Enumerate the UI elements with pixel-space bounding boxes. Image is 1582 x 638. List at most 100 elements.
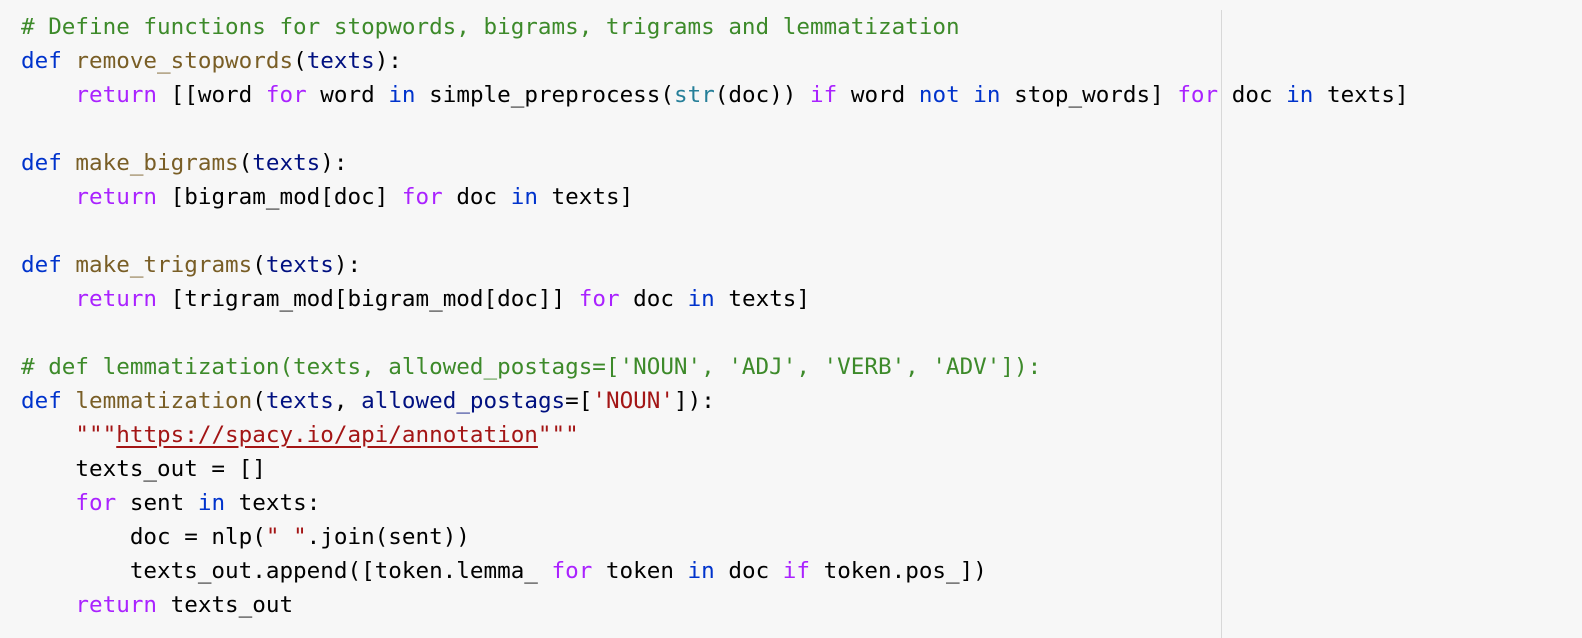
code-text: texts_out bbox=[157, 592, 294, 618]
code-text: doc bbox=[1218, 82, 1287, 108]
code-text: doc bbox=[714, 558, 783, 584]
docstring-link[interactable]: https://spacy.io/api/annotation bbox=[116, 422, 538, 448]
code-control-keyword: if bbox=[782, 558, 810, 584]
code-text: ( bbox=[293, 48, 307, 74]
code-keyword: in bbox=[510, 184, 538, 210]
code-line[interactable]: # def lemmatization(texts, allowed_posta… bbox=[21, 350, 1582, 384]
code-comment: # def lemmatization(texts, allowed_posta… bbox=[21, 354, 1042, 380]
code-text: ( bbox=[238, 150, 253, 176]
code-text: texts_out = [] bbox=[21, 456, 266, 482]
code-control-keyword: if bbox=[810, 82, 838, 108]
code-line[interactable]: return texts_out bbox=[21, 588, 1582, 622]
code-control-keyword: return bbox=[75, 286, 158, 312]
string-literal: """ bbox=[75, 422, 117, 448]
code-editor[interactable]: # Define functions for stopwords, bigram… bbox=[0, 0, 1582, 638]
string-literal: " " bbox=[265, 524, 307, 550]
code-keyword: def bbox=[21, 388, 76, 414]
code-keyword: in bbox=[197, 490, 226, 516]
code-line[interactable]: return [trigram_mod[bigram_mod[doc]] for… bbox=[21, 282, 1582, 316]
code-text: [trigram_mod[bigram_mod[doc]] bbox=[157, 286, 579, 312]
code-text: token bbox=[592, 558, 688, 584]
code-text: doc = nlp( bbox=[21, 524, 266, 550]
parameter-name: texts bbox=[252, 150, 321, 176]
code-line[interactable]: doc = nlp(" ".join(sent)) bbox=[21, 520, 1582, 554]
code-line[interactable] bbox=[21, 214, 1582, 248]
code-line[interactable]: # Define functions for stopwords, bigram… bbox=[21, 10, 1582, 44]
code-line[interactable]: texts_out = [] bbox=[21, 452, 1582, 486]
code-line[interactable]: return [bigram_mod[doc] for doc in texts… bbox=[21, 180, 1582, 214]
code-text: simple_preprocess( bbox=[415, 82, 674, 108]
function-name: lemmatization bbox=[75, 388, 253, 414]
code-keyword: def bbox=[21, 150, 76, 176]
parameter-name: texts bbox=[265, 252, 334, 278]
code-line[interactable]: def remove_stopwords(texts): bbox=[21, 44, 1582, 78]
parameter-name: allowed_postags bbox=[361, 388, 566, 414]
string-literal: 'NOUN' bbox=[592, 388, 674, 414]
code-line[interactable]: for sent in texts: bbox=[21, 486, 1582, 520]
code-block[interactable]: # Define functions for stopwords, bigram… bbox=[21, 10, 1582, 622]
code-text: stop_words] bbox=[1000, 82, 1178, 108]
code-control-keyword: for bbox=[1177, 82, 1219, 108]
code-control-keyword: for bbox=[578, 286, 620, 312]
code-comment: # Define functions for stopwords, bigram… bbox=[21, 14, 960, 40]
code-line[interactable]: """https://spacy.io/api/annotation""" bbox=[21, 418, 1582, 452]
code-line[interactable]: def make_bigrams(texts): bbox=[21, 146, 1582, 180]
code-text: doc bbox=[442, 184, 511, 210]
code-line[interactable]: def lemmatization(texts, allowed_postags… bbox=[21, 384, 1582, 418]
function-name: make_bigrams bbox=[75, 150, 239, 176]
code-text: texts: bbox=[225, 490, 321, 516]
code-text: , bbox=[333, 388, 362, 414]
code-text: [bigram_mod[doc] bbox=[157, 184, 402, 210]
code-control-keyword: for bbox=[551, 558, 593, 584]
code-keyword: in bbox=[1286, 82, 1314, 108]
code-line[interactable] bbox=[21, 316, 1582, 350]
code-line[interactable]: texts_out.append([token.lemma_ for token… bbox=[21, 554, 1582, 588]
code-line[interactable]: return [[word for word in simple_preproc… bbox=[21, 78, 1582, 112]
code-control-keyword: return bbox=[75, 82, 158, 108]
code-line[interactable] bbox=[21, 112, 1582, 146]
code-text: ( bbox=[252, 388, 266, 414]
code-text: ( bbox=[252, 252, 266, 278]
code-control-keyword: for bbox=[401, 184, 443, 210]
code-keyword: in bbox=[687, 286, 715, 312]
code-control-keyword: return bbox=[75, 592, 158, 618]
code-text: ): bbox=[320, 150, 348, 176]
code-keyword: def bbox=[21, 252, 76, 278]
code-text: texts] bbox=[714, 286, 810, 312]
code-control-keyword: return bbox=[75, 184, 158, 210]
code-text: ]): bbox=[674, 388, 715, 414]
code-text: texts_out.append([token.lemma_ bbox=[21, 558, 552, 584]
parameter-name: texts bbox=[306, 48, 375, 74]
code-text: token.pos_]) bbox=[810, 558, 987, 584]
code-text: word bbox=[837, 82, 919, 108]
code-text: =[ bbox=[565, 388, 593, 414]
function-name: remove_stopwords bbox=[75, 48, 294, 74]
code-keyword: in bbox=[388, 82, 416, 108]
code-line[interactable]: def make_trigrams(texts): bbox=[21, 248, 1582, 282]
code-text: sent bbox=[116, 490, 198, 516]
code-text: [[word bbox=[157, 82, 266, 108]
code-text: ): bbox=[374, 48, 402, 74]
code-text: ): bbox=[333, 252, 362, 278]
code-keyword: def bbox=[21, 48, 76, 74]
builtin-name: str bbox=[673, 82, 715, 108]
code-control-keyword: for bbox=[75, 490, 117, 516]
code-text: (doc)) bbox=[714, 82, 811, 108]
code-text: word bbox=[306, 82, 389, 108]
code-text: doc bbox=[619, 286, 688, 312]
code-control-keyword: for bbox=[265, 82, 307, 108]
code-keyword: not in bbox=[918, 82, 1001, 108]
parameter-name: texts bbox=[265, 388, 334, 414]
code-text: .join(sent)) bbox=[306, 524, 470, 550]
code-text: texts] bbox=[1313, 82, 1409, 108]
string-literal: """ bbox=[537, 422, 579, 448]
code-keyword: in bbox=[687, 558, 715, 584]
function-name: make_trigrams bbox=[75, 252, 253, 278]
code-text: texts] bbox=[537, 184, 634, 210]
